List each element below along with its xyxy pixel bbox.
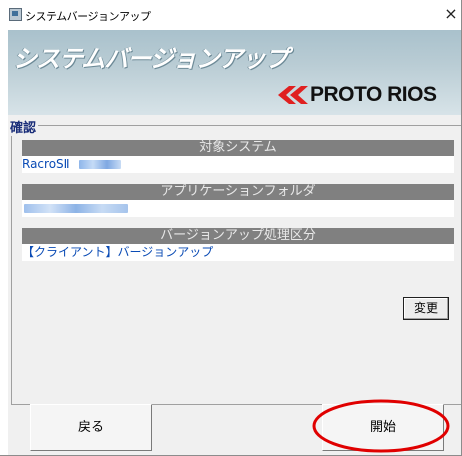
confirm-legend: 確認 [8,117,39,136]
target-system-text: RacroSⅡ [22,157,70,171]
section-header-app-folder: アプリケーションフォルダ [22,184,454,200]
proto-rios-logo: PROTO RIOS [274,82,437,108]
app-icon [9,8,22,21]
start-button[interactable]: 開始 [322,404,444,451]
banner-title: システムバージョンアップ [13,45,289,73]
title-bar: システムバージョンアップ × [0,0,461,30]
logo-text: PROTO RIOS [310,83,437,106]
window-title: システムバージョンアップ [25,10,151,23]
section-value-target-system: RacroSⅡ [22,156,454,173]
section-header-process-type: バージョンアップ処理区分 [22,228,454,244]
section-value-app-folder [22,200,454,217]
version-up-window: システムバージョンアップ × システムバージョンアップ PROTO RIOS 確… [0,0,462,456]
close-button[interactable]: × [441,2,461,26]
change-button[interactable]: 変更 [403,297,449,320]
back-button[interactable]: 戻る [30,404,152,451]
section-value-process-type: 【クライアント】バージョンアップ [22,244,454,261]
redacted-version [79,160,122,169]
proto-logo-mark-icon [278,86,308,104]
redacted-folder-path [24,204,128,213]
header-banner: システムバージョンアップ PROTO RIOS [8,30,461,115]
section-header-target-system: 対象システム [22,140,454,156]
